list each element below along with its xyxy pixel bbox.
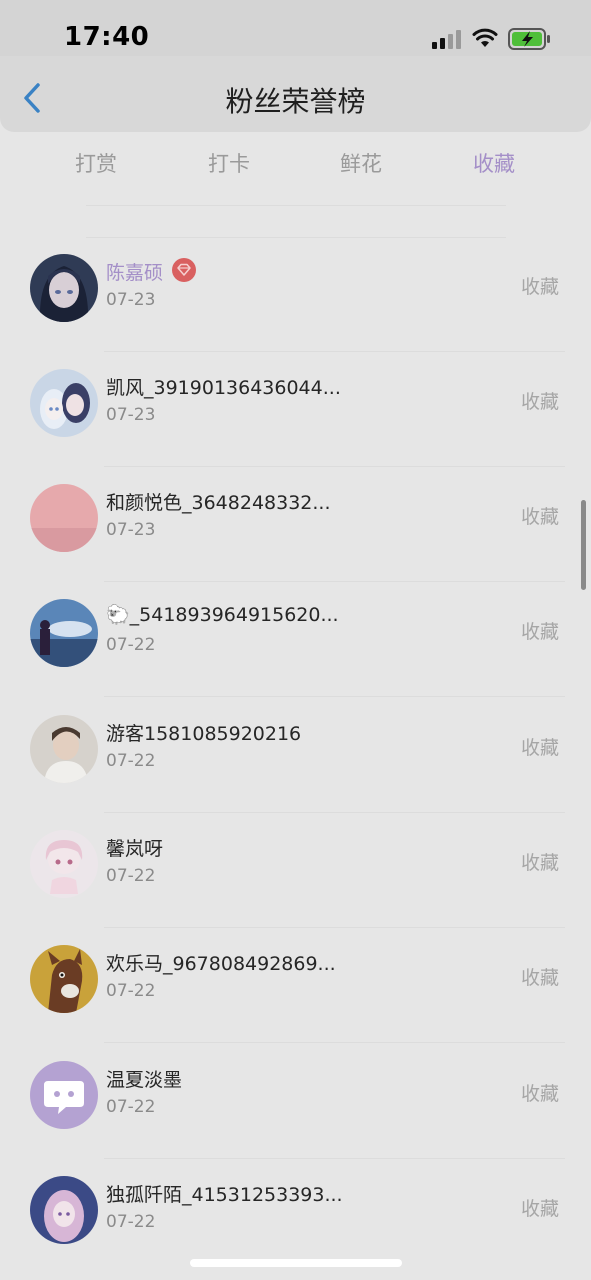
list-item[interactable]: 🐑_541893964915620... 07-22 收藏 xyxy=(0,583,591,697)
tab-favorites[interactable]: 收藏 xyxy=(454,148,534,178)
item-action-label: 收藏 xyxy=(520,852,559,874)
avatar[interactable] xyxy=(30,484,98,552)
scrollbar[interactable] xyxy=(581,500,586,590)
avatar[interactable] xyxy=(30,1176,98,1244)
page-title: 粉丝荣誉榜 xyxy=(225,85,366,118)
list-item[interactable]: 独孤阡陌_41531253393... 07-22 收藏 xyxy=(0,1160,591,1274)
tab-bar: 打赏 打卡 鲜花 收藏 xyxy=(0,138,591,188)
list-item[interactable]: 凯风_39190136436044... 07-23 收藏 xyxy=(0,353,591,467)
avatar[interactable] xyxy=(30,945,98,1013)
battery-charging-icon xyxy=(508,28,550,50)
user-name: 和颜悦色_3648248332... xyxy=(106,492,331,514)
item-date: 07-22 xyxy=(106,866,156,886)
tab-flowers[interactable]: 鲜花 xyxy=(321,148,401,178)
vip-diamond-icon xyxy=(172,258,196,282)
item-action-label: 收藏 xyxy=(520,276,559,298)
item-action-label: 收藏 xyxy=(520,391,559,413)
item-action-label: 收藏 xyxy=(520,506,559,528)
item-action-label: 收藏 xyxy=(520,1198,559,1220)
list-item[interactable]: 陈嘉硕 07-23 收藏 xyxy=(0,238,591,352)
tab-divider xyxy=(86,205,506,206)
row-divider xyxy=(104,466,565,467)
wifi-icon xyxy=(472,28,498,47)
item-date: 07-22 xyxy=(106,751,156,771)
item-date: 07-22 xyxy=(106,1212,156,1232)
tab-tips[interactable]: 打赏 xyxy=(56,148,136,178)
item-action-label: 收藏 xyxy=(520,621,559,643)
tab-checkin[interactable]: 打卡 xyxy=(189,148,269,178)
item-date: 07-23 xyxy=(106,520,156,540)
item-action-label: 收藏 xyxy=(520,967,559,989)
item-date: 07-23 xyxy=(106,405,156,425)
row-divider xyxy=(104,1158,565,1159)
row-divider xyxy=(104,1042,565,1043)
list-item[interactable]: 温夏淡墨 07-22 收藏 xyxy=(0,1045,591,1159)
avatar[interactable] xyxy=(30,254,98,322)
row-divider xyxy=(104,696,565,697)
row-divider xyxy=(104,927,565,928)
avatar[interactable] xyxy=(30,715,98,783)
nav-header: 粉丝荣誉榜 xyxy=(0,56,591,132)
row-divider xyxy=(104,351,565,352)
user-name: 🐑_541893964915620... xyxy=(106,604,339,626)
item-action-label: 收藏 xyxy=(520,737,559,759)
user-name: 游客1581085920216 xyxy=(106,723,302,745)
item-date: 07-22 xyxy=(106,635,156,655)
user-name: 馨岚呀 xyxy=(106,838,164,860)
avatar[interactable] xyxy=(30,369,98,437)
item-date: 07-22 xyxy=(106,1097,156,1117)
row-divider xyxy=(104,812,565,813)
list-item[interactable]: 游客1581085920216 07-22 收藏 xyxy=(0,699,591,813)
home-indicator[interactable] xyxy=(190,1259,402,1267)
user-name: 欢乐马_967808492869... xyxy=(106,953,336,975)
list-item[interactable]: 和颜悦色_3648248332... 07-23 收藏 xyxy=(0,468,591,582)
user-name: 陈嘉硕 xyxy=(106,262,164,284)
item-date: 07-22 xyxy=(106,981,156,1001)
item-action-label: 收藏 xyxy=(520,1083,559,1105)
user-name: 凯风_39190136436044... xyxy=(106,377,341,399)
list-item[interactable]: 欢乐马_967808492869... 07-22 收藏 xyxy=(0,929,591,1043)
avatar[interactable] xyxy=(30,1061,98,1129)
user-name: 温夏淡墨 xyxy=(106,1069,183,1091)
list-item[interactable]: 馨岚呀 07-22 收藏 xyxy=(0,814,591,928)
row-divider xyxy=(104,581,565,582)
avatar[interactable] xyxy=(30,830,98,898)
item-date: 07-23 xyxy=(106,290,156,310)
avatar[interactable] xyxy=(30,599,98,667)
cellular-signal-icon xyxy=(432,30,461,49)
user-name: 独孤阡陌_41531253393... xyxy=(106,1184,343,1206)
status-time: 17:40 xyxy=(64,22,150,52)
